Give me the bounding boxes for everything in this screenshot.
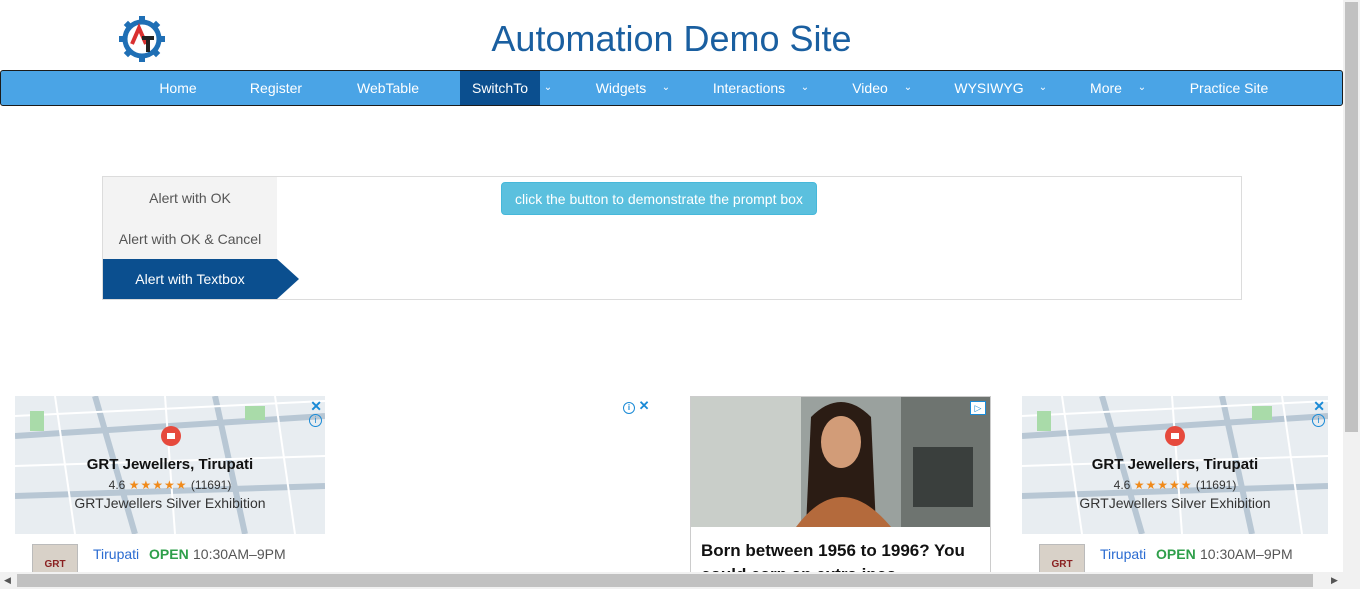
nav-home[interactable]: Home [143, 71, 213, 105]
nav-more[interactable]: More [1077, 71, 1135, 105]
close-icon[interactable]: ✕ [1313, 398, 1325, 415]
ad-headline: Born between 1956 to 1996? You could ear… [701, 541, 965, 572]
scroll-right-icon[interactable]: ▶ [1331, 575, 1338, 586]
close-icon[interactable]: ✕ [310, 398, 322, 415]
ad-details-row: GRT Tirupati OPEN 10:30AM–9PM [1022, 534, 1328, 572]
nav-wysiwyg[interactable]: WYSIWYG [946, 71, 1032, 105]
chevron-down-icon[interactable]: ⌄ [1134, 71, 1150, 105]
ad-rating: 4.6 ★★★★★ (11691) [1022, 478, 1328, 492]
close-icon[interactable]: ✕ [639, 398, 650, 413]
chevron-down-icon[interactable]: ⌄ [1035, 71, 1051, 105]
ad-business-name: GRT Jewellers, Tirupati [1091, 456, 1259, 473]
ad-controls: i ✕ [623, 398, 650, 414]
chevron-down-icon[interactable]: ⌄ [540, 71, 556, 105]
store-thumbnail: GRT [1039, 544, 1085, 572]
site-title: Automation Demo Site [491, 18, 852, 59]
review-count: (11691) [1195, 478, 1237, 492]
scroll-left-icon[interactable]: ◀ [4, 575, 11, 586]
ad-subtitle: GRTJewellers Silver Exhibition [1079, 495, 1271, 511]
tab-alert-with-ok[interactable]: Alert with OK [103, 178, 277, 218]
alert-tabs-panel: Alert with OK Alert with OK & Cancel Ale… [102, 176, 1242, 300]
nav-interactions[interactable]: Interactions [701, 71, 797, 105]
store-thumbnail: GRT [32, 544, 78, 572]
nav-practice-site[interactable]: Practice Site [1175, 71, 1283, 105]
main-navbar: Home Register WebTable SwitchTo ⌄ Widget… [0, 70, 1343, 106]
map-ad-right[interactable]: GRT Jewellers, Tirupati 4.6 ★★★★★ (11691… [1022, 396, 1328, 572]
info-icon[interactable]: i [623, 402, 635, 414]
ad-open-status: OPEN [1156, 546, 1196, 562]
star-rating-icon: ★★★★★ [128, 478, 188, 492]
horizontal-scrollbar-thumb[interactable] [17, 574, 1313, 587]
map-ad-left[interactable]: GRT Jewellers, Tirupati 4.6 ★★★★★ (11691… [15, 396, 325, 572]
star-rating-icon: ★★★★★ [1133, 478, 1193, 492]
ad-hours: 10:30AM–9PM [1200, 546, 1293, 562]
photo-ad[interactable]: ▷ Born between 1956 to 1996? You could e… [690, 396, 991, 573]
tab-alert-with-textbox[interactable]: Alert with Textbox [103, 259, 277, 299]
rating-value: 4.6 [108, 478, 126, 492]
rating-value: 4.6 [1113, 478, 1131, 492]
ad-subtitle: GRTJewellers Silver Exhibition [74, 495, 266, 511]
vertical-scrollbar-thumb[interactable] [1345, 2, 1358, 432]
review-count: (11691) [190, 478, 232, 492]
prompt-box-button[interactable]: click the button to demonstrate the prom… [501, 182, 817, 215]
ad-city: Tirupati [1100, 546, 1147, 562]
tab-alert-with-ok-cancel[interactable]: Alert with OK & Cancel [103, 219, 277, 259]
ad-hours: 10:30AM–9PM [193, 546, 286, 562]
nav-widgets[interactable]: Widgets [581, 71, 661, 105]
ad-photo-image [691, 397, 990, 527]
nav-switchto[interactable]: SwitchTo [460, 71, 540, 105]
active-tab-arrow [277, 259, 299, 299]
nav-register[interactable]: Register [237, 71, 315, 105]
ad-open-status: OPEN [149, 546, 189, 562]
ad-city: Tirupati [93, 546, 140, 562]
info-icon[interactable]: i [1312, 414, 1325, 427]
info-icon[interactable]: i [309, 414, 322, 427]
chevron-down-icon[interactable]: ⌄ [900, 71, 916, 105]
ad-rating: 4.6 ★★★★★ (11691) [15, 478, 325, 492]
tab-list: Alert with OK Alert with OK & Cancel Ale… [103, 177, 277, 299]
chevron-down-icon[interactable]: ⌄ [658, 71, 674, 105]
ad-choices-icon[interactable]: ▷ [970, 401, 986, 415]
ad-details-row: GRT Tirupati OPEN 10:30AM–9PM [15, 534, 325, 572]
ad-business-name: GRT Jewellers, Tirupati [86, 456, 254, 473]
chevron-down-icon[interactable]: ⌄ [797, 71, 813, 105]
nav-webtable[interactable]: WebTable [341, 71, 435, 105]
nav-video[interactable]: Video [839, 71, 901, 105]
